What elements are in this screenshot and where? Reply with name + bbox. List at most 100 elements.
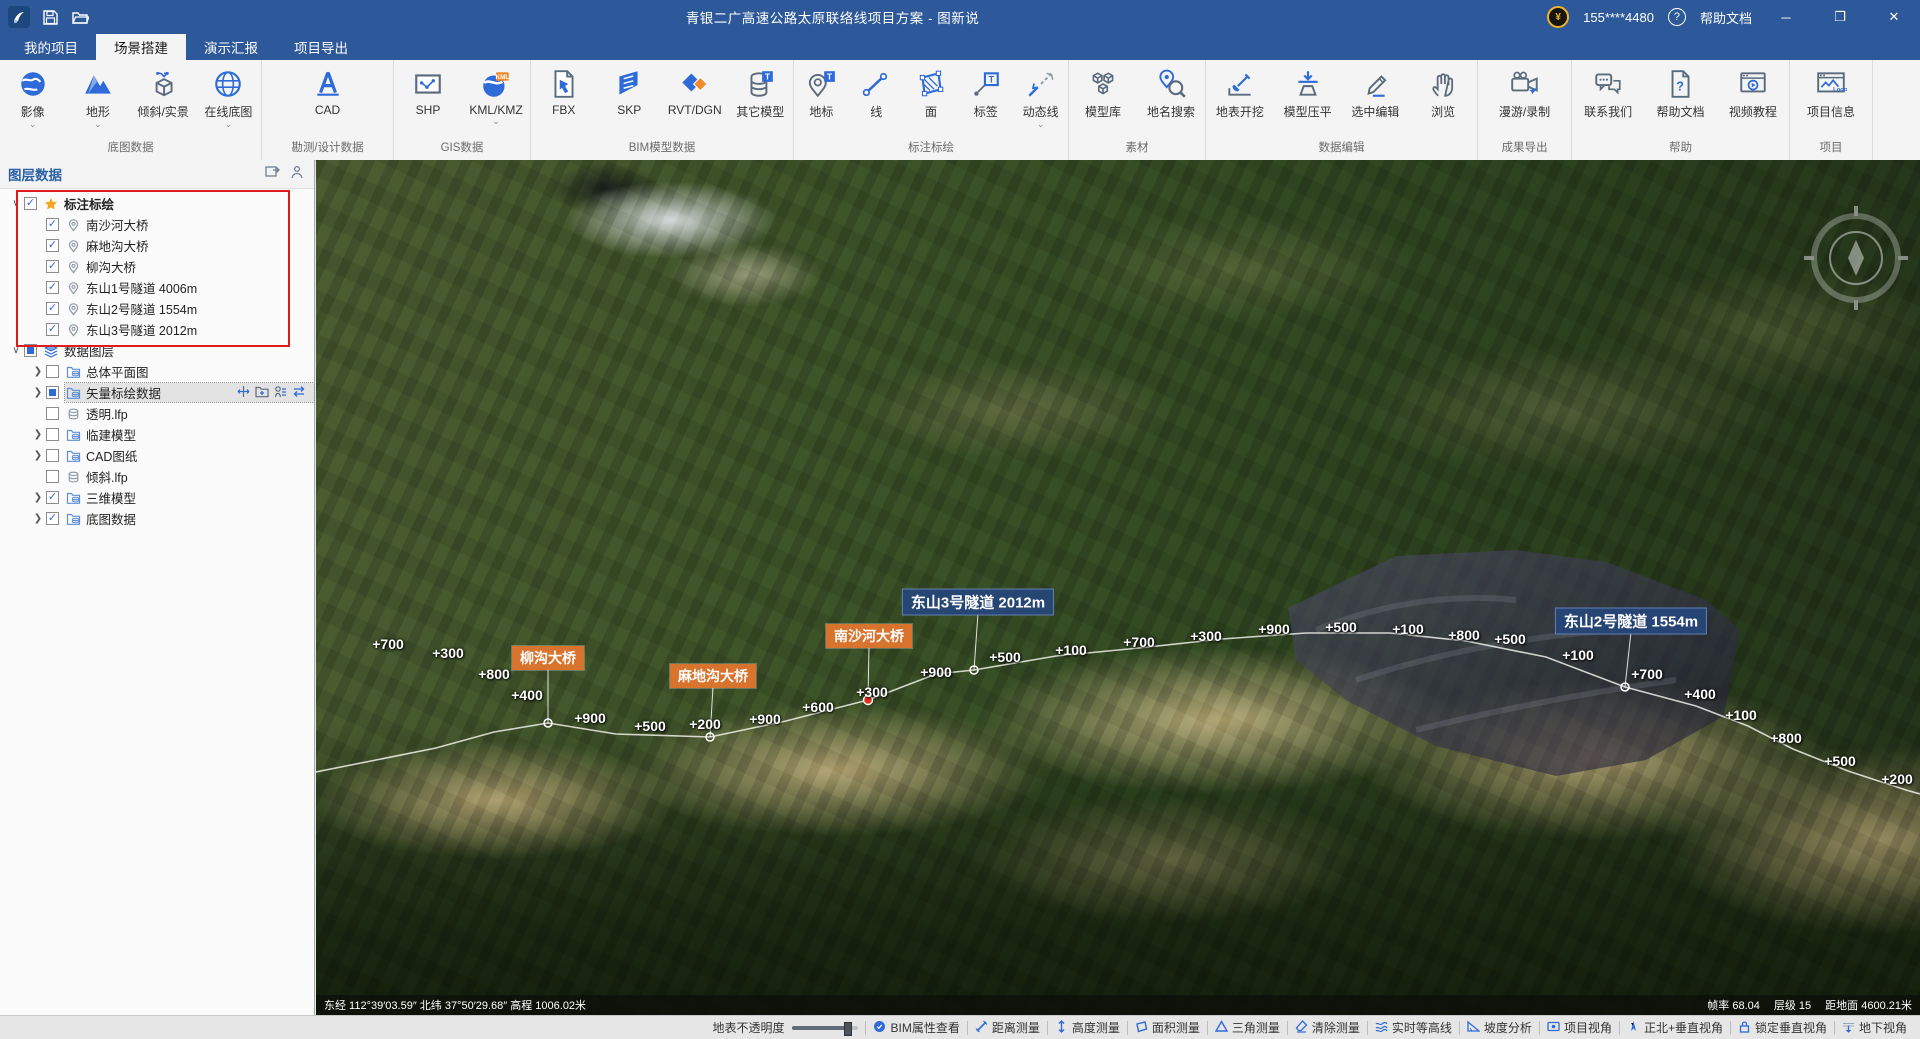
reorder-swap-icon[interactable] bbox=[292, 385, 306, 401]
browse-hand-button[interactable]: 浏览 bbox=[1409, 67, 1477, 130]
camera-record-button[interactable]: 漫游/录制 bbox=[1478, 67, 1571, 130]
clear-measure-button[interactable]: 清除测量 bbox=[1288, 1019, 1367, 1036]
add-to-folder-icon[interactable] bbox=[255, 385, 269, 401]
tree-item-5[interactable]: 东山1号隧道 4006m bbox=[0, 277, 314, 298]
chevron-right-icon[interactable]: ❯ bbox=[30, 366, 46, 377]
tunnel-label[interactable]: 东山3号隧道 2012m bbox=[902, 589, 1054, 616]
layer-checkbox[interactable] bbox=[46, 386, 59, 399]
tag-t-button[interactable]: T标签 bbox=[958, 67, 1013, 130]
tunnel-label[interactable]: 东山2号隧道 1554m bbox=[1555, 608, 1707, 635]
chevron-down-icon[interactable]: ⌄ bbox=[492, 117, 500, 127]
chevron-down-icon[interactable]: ⌄ bbox=[225, 120, 233, 130]
bridge-label[interactable]: 柳沟大桥 bbox=[512, 646, 584, 670]
project-info-button[interactable]: Logo项目信息 bbox=[1790, 67, 1872, 130]
tree-item-1[interactable]: ∨标注标绘 bbox=[0, 193, 314, 214]
chevron-down-icon[interactable]: ⌄ bbox=[29, 120, 37, 130]
flatten-press-button[interactable]: 模型压平 bbox=[1274, 67, 1342, 130]
imagery-globe-button[interactable]: 影像⌄ bbox=[0, 67, 65, 130]
pin-t-button[interactable]: T地标 bbox=[794, 67, 849, 130]
rvt-diamonds-button[interactable]: RVT/DGN bbox=[662, 67, 728, 127]
chevron-right-icon[interactable]: ❯ bbox=[30, 450, 46, 461]
map-viewport[interactable]: +700+300+800+400+900+500+200+900+600+300… bbox=[316, 160, 1920, 1015]
layer-checkbox[interactable] bbox=[46, 512, 59, 525]
tree-item-11[interactable]: 透明.lfp bbox=[0, 403, 314, 424]
video-tutorial-button[interactable]: 视频教程 bbox=[1717, 67, 1789, 130]
fbx-doc-button[interactable]: FBX bbox=[531, 67, 597, 127]
cad-letter-button[interactable]: CAD bbox=[262, 67, 393, 127]
layer-checkbox[interactable] bbox=[46, 260, 59, 273]
skp-shape-button[interactable]: SKP bbox=[597, 67, 663, 127]
polyline-button[interactable]: 线 bbox=[849, 67, 904, 130]
tab-my-projects[interactable]: 我的项目 bbox=[6, 34, 96, 60]
oblique-drone-button[interactable]: 倾斜/实景 bbox=[131, 67, 196, 130]
chevron-right-icon[interactable]: ❯ bbox=[30, 387, 46, 398]
dynamic-line-button[interactable]: 动态线⌄ bbox=[1013, 67, 1068, 130]
tree-item-8[interactable]: ∨数据图层 bbox=[0, 340, 314, 361]
distance-measure-button[interactable]: 距离测量 bbox=[968, 1019, 1047, 1036]
north-vertical-view-button[interactable]: 正北+垂直视角 bbox=[1620, 1019, 1730, 1036]
realtime-contour-button[interactable]: 实时等高线 bbox=[1368, 1019, 1459, 1036]
slope-analysis-button[interactable]: 坡度分析 bbox=[1460, 1019, 1539, 1036]
chevron-right-icon[interactable]: ❯ bbox=[30, 513, 46, 524]
kml-globe-button[interactable]: KMLKML/KMZ⌄ bbox=[462, 67, 530, 127]
underground-view-button[interactable]: 地下视角 bbox=[1835, 1019, 1914, 1036]
layer-checkbox[interactable] bbox=[46, 407, 59, 420]
chevron-down-icon[interactable]: ⌄ bbox=[94, 120, 102, 130]
tree-item-16[interactable]: ❯底图数据 bbox=[0, 508, 314, 529]
style-edit-icon[interactable] bbox=[274, 385, 287, 401]
help-question-icon[interactable]: ? bbox=[1668, 8, 1686, 26]
tree-item-13[interactable]: ❯CAD图纸 bbox=[0, 445, 314, 466]
tree-item-9[interactable]: ❯总体平面图 bbox=[0, 361, 314, 382]
layer-checkbox[interactable] bbox=[46, 428, 59, 441]
terrain-mountain-button[interactable]: 地形⌄ bbox=[65, 67, 130, 130]
open-in-window-icon[interactable] bbox=[265, 165, 280, 184]
area-measure-button[interactable]: 面积测量 bbox=[1128, 1019, 1207, 1036]
layer-checkbox[interactable] bbox=[46, 470, 59, 483]
shp-window-button[interactable]: SHP bbox=[394, 67, 462, 127]
user-location-icon[interactable] bbox=[290, 165, 304, 184]
layer-checkbox[interactable] bbox=[46, 449, 59, 462]
layer-checkbox[interactable] bbox=[24, 344, 37, 357]
tree-item-14[interactable]: 倾斜.lfp bbox=[0, 466, 314, 487]
layer-checkbox[interactable] bbox=[46, 218, 59, 231]
tree-item-10[interactable]: ❯矢量标绘数据 bbox=[0, 382, 314, 403]
chevron-down-icon[interactable]: ∨ bbox=[8, 345, 24, 356]
tab-presentation[interactable]: 演示汇报 bbox=[186, 34, 276, 60]
tab-project-export[interactable]: 项目导出 bbox=[276, 34, 366, 60]
layer-checkbox[interactable] bbox=[24, 197, 37, 210]
bridge-label[interactable]: 南沙河大桥 bbox=[826, 624, 912, 648]
dig-shovel-button[interactable]: 地表开挖 bbox=[1206, 67, 1274, 130]
tree-item-15[interactable]: ❯三维模型 bbox=[0, 487, 314, 508]
tree-item-3[interactable]: 麻地沟大桥 bbox=[0, 235, 314, 256]
chevron-right-icon[interactable]: ❯ bbox=[30, 429, 46, 440]
chevron-right-icon[interactable]: ❯ bbox=[30, 492, 46, 503]
project-view-button[interactable]: 项目视角 bbox=[1540, 1019, 1619, 1036]
tree-item-12[interactable]: ❯临建模型 bbox=[0, 424, 314, 445]
help-doc-link[interactable]: 帮助文档 bbox=[1700, 8, 1752, 27]
triangle-measure-button[interactable]: 三角测量 bbox=[1208, 1019, 1287, 1036]
surface-opacity-slider[interactable] bbox=[792, 1026, 858, 1030]
layer-checkbox[interactable] bbox=[46, 323, 59, 336]
chat-bubbles-button[interactable]: 联系我们 bbox=[1572, 67, 1644, 130]
close-button[interactable]: ✕ bbox=[1874, 0, 1914, 34]
layer-checkbox[interactable] bbox=[46, 281, 59, 294]
compass-icon[interactable] bbox=[1804, 206, 1908, 310]
minimize-button[interactable]: ─ bbox=[1766, 0, 1806, 34]
edit-pencil-button[interactable]: 选中编辑 bbox=[1342, 67, 1410, 130]
tree-item-6[interactable]: 东山2号隧道 1554m bbox=[0, 298, 314, 319]
tree-item-7[interactable]: 东山3号隧道 2012m bbox=[0, 319, 314, 340]
layer-checkbox[interactable] bbox=[46, 365, 59, 378]
layer-checkbox[interactable] bbox=[46, 302, 59, 315]
lock-vertical-view-button[interactable]: 锁定垂直视角 bbox=[1731, 1019, 1834, 1036]
layer-checkbox[interactable] bbox=[46, 239, 59, 252]
height-measure-button[interactable]: 高度测量 bbox=[1048, 1019, 1127, 1036]
place-search-button[interactable]: 地名搜索 bbox=[1137, 67, 1205, 130]
chevron-down-icon[interactable]: ∨ bbox=[8, 198, 24, 209]
bridge-label[interactable]: 麻地沟大桥 bbox=[670, 664, 756, 688]
tree-item-4[interactable]: 柳沟大桥 bbox=[0, 256, 314, 277]
chevron-down-icon[interactable]: ⌄ bbox=[1037, 120, 1045, 130]
tab-scene-build[interactable]: 场景搭建 bbox=[96, 34, 186, 60]
save-button[interactable] bbox=[40, 7, 60, 27]
tree-item-2[interactable]: 南沙河大桥 bbox=[0, 214, 314, 235]
other-model-button[interactable]: T其它模型 bbox=[728, 67, 794, 130]
